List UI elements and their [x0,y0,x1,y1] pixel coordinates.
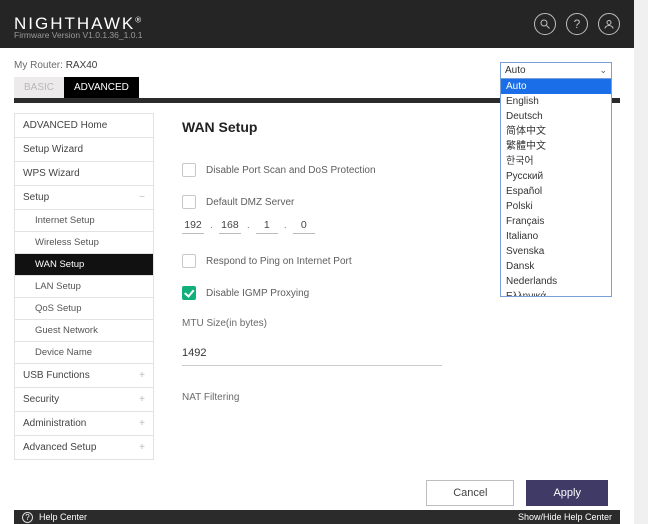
dmz-octet-3[interactable]: 1 [256,219,278,234]
tab-basic[interactable]: BASIC [14,77,64,98]
language-option[interactable]: Auto [501,79,611,94]
sidebar: ADVANCED Home Setup Wizard WPS Wizard Se… [14,113,154,483]
language-select-box[interactable]: Auto ⌄ [500,62,612,79]
sidebar-sub-qos-setup[interactable]: QoS Setup [14,298,154,320]
sidebar-sub-lan-setup[interactable]: LAN Setup [14,276,154,298]
dmz-octet-4[interactable]: 0 [293,219,315,234]
mtu-label: MTU Size(in bytes) [182,318,614,329]
sidebar-sub-wan-setup[interactable]: WAN Setup [14,254,154,276]
sidebar-sub-device-name[interactable]: Device Name [14,342,154,364]
help-icon[interactable]: ? [566,13,588,35]
search-icon[interactable] [534,13,556,35]
checkbox-disable-igmp[interactable] [182,286,196,300]
language-option[interactable]: 简体中文 [501,124,611,139]
language-option-list[interactable]: AutoEnglishDeutsch简体中文繁體中文한국어РусскийEspa… [500,79,612,297]
checkbox-respond-ping[interactable] [182,254,196,268]
app-header: NIGHTHAWK® ? [0,0,634,48]
dmz-octet-1[interactable]: 192 [182,219,204,234]
language-option[interactable]: Deutsch [501,109,611,124]
sidebar-sub-internet-setup[interactable]: Internet Setup [14,210,154,232]
sidebar-item-usb-functions[interactable]: USB Functions+ [14,364,154,388]
nat-filtering-label: NAT Filtering [182,392,614,403]
language-option[interactable]: English [501,94,611,109]
account-icon[interactable] [598,13,620,35]
label-disable-igmp: Disable IGMP Proxying [206,288,309,299]
language-option[interactable]: Français [501,214,611,229]
router-model: RAX40 [66,60,98,71]
app-root: NIGHTHAWK® ? Firmware Version V1.0.1.36_… [0,0,648,524]
sidebar-item-setup[interactable]: Setup− [14,186,154,210]
mtu-input[interactable]: 1492 [182,347,442,366]
help-center-toggle[interactable]: Show/Hide Help Center [518,512,612,522]
label-default-dmz: Default DMZ Server [206,197,294,208]
language-option[interactable]: Nederlands [501,274,611,289]
help-center-icon: ? [22,512,33,523]
cancel-button[interactable]: Cancel [426,480,514,506]
language-option[interactable]: Русский [501,169,611,184]
sidebar-item-advanced-setup[interactable]: Advanced Setup+ [14,436,154,460]
sidebar-item-advanced-home[interactable]: ADVANCED Home [14,113,154,138]
tab-advanced[interactable]: ADVANCED [64,77,139,98]
help-center-bar[interactable]: ? Help Center Show/Hide Help Center [14,510,620,524]
firmware-version: Firmware Version V1.0.1.36_1.0.1 [14,30,143,40]
checkbox-default-dmz[interactable] [182,195,196,209]
sidebar-item-setup-wizard[interactable]: Setup Wizard [14,138,154,162]
language-option[interactable]: Polski [501,199,611,214]
language-current: Auto [505,65,526,76]
sidebar-sub-guest-network[interactable]: Guest Network [14,320,154,342]
apply-button[interactable]: Apply [526,480,608,506]
sidebar-sub-wireless-setup[interactable]: Wireless Setup [14,232,154,254]
help-center-label: Help Center [39,512,87,522]
header-icon-group: ? [534,13,620,35]
language-option[interactable]: Ελληνικά [501,289,611,297]
label-disable-portscan: Disable Port Scan and DoS Protection [206,165,376,176]
router-label: My Router: [14,60,63,71]
dmz-octet-2[interactable]: 168 [219,219,241,234]
chevron-down-icon: ⌄ [599,65,607,76]
language-option[interactable]: 繁體中文 [501,139,611,154]
checkbox-disable-portscan[interactable] [182,163,196,177]
footer-actions: Cancel Apply [426,480,608,506]
language-option[interactable]: Italiano [501,229,611,244]
language-option[interactable]: Svenska [501,244,611,259]
sidebar-item-administration[interactable]: Administration+ [14,412,154,436]
label-respond-ping: Respond to Ping on Internet Port [206,256,352,267]
language-option[interactable]: Español [501,184,611,199]
sidebar-item-wps-wizard[interactable]: WPS Wizard [14,162,154,186]
language-option[interactable]: 한국어 [501,154,611,169]
sidebar-item-security[interactable]: Security+ [14,388,154,412]
language-dropdown[interactable]: Auto ⌄ AutoEnglishDeutsch简体中文繁體中文한국어Русс… [500,62,612,297]
language-option[interactable]: Dansk [501,259,611,274]
